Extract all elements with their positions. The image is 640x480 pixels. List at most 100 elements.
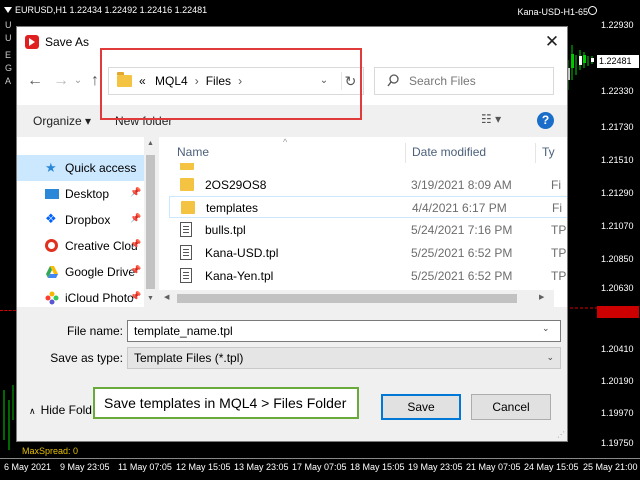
price-label: 1.19970 [601,408,634,418]
hide-folders-label: Hide Fold [40,403,92,417]
back-button[interactable]: ← [25,71,45,91]
desktop-icon [45,189,59,199]
list-item-partial[interactable] [169,163,567,171]
hide-folders-button[interactable]: ∧ Hide Fold [29,403,92,417]
view-list-icon: ☷ ▾ [481,112,502,126]
chevron-down-icon: ⌄ [73,75,83,86]
file-list: Name ^ Date modified Ty 2OS29OS8 3/19/20… [159,137,567,307]
nav-item-desktop[interactable]: Desktop 📌 [17,181,157,207]
file-type: TP [551,269,567,283]
chevron-down-icon: ⌄ [546,352,554,362]
breadcrumb-overflow[interactable]: « [139,74,146,88]
file-type: Fi [551,178,561,192]
search-icon [387,74,399,87]
nav-item-label: iCloud Photo [65,291,134,305]
save-button[interactable]: Save [381,394,461,420]
column-divider[interactable] [535,143,536,163]
up-arrow-icon: ↑ [91,72,99,89]
resize-grip-icon[interactable]: ⋰ [557,430,565,439]
save-as-type-select[interactable]: Template Files (*.tpl) ⌄ [127,347,561,369]
price-label: 1.21510 [601,155,634,165]
forward-button[interactable]: → [51,71,71,91]
list-item[interactable]: bulls.tpl 5/24/2021 7:16 PM TP [169,219,567,241]
breadcrumb-separator-icon[interactable]: › [238,74,242,88]
recent-locations-button[interactable]: ⌄ [71,71,85,91]
list-item[interactable]: Kana-Yen.tpl 5/25/2021 6:52 PM TP [169,265,567,287]
spread-price-tag [597,306,639,318]
organize-button[interactable]: Organize ▾ [33,114,91,128]
file-name: Kana-USD.tpl [205,246,279,260]
scroll-up-icon[interactable]: ▲ [144,140,157,147]
cancel-button[interactable]: Cancel [471,394,551,420]
template-file-icon [180,245,192,260]
google-drive-icon [46,266,58,278]
nav-item-dropbox[interactable]: ❖ Dropbox 📌 [17,207,157,233]
nav-item-label: Google Drive [65,265,136,279]
list-item[interactable]: 2OS29OS8 3/19/2021 8:09 AM Fi [169,174,567,196]
template-file-icon [180,268,192,283]
price-label: 1.19750 [601,438,634,448]
file-name-input[interactable] [127,320,561,342]
up-button[interactable]: ↑ [85,71,105,91]
search-input[interactable] [407,72,547,90]
file-date: 5/25/2021 6:52 PM [411,269,513,283]
file-name: 2OS29OS8 [205,178,267,192]
nav-item-google-drive[interactable]: Google Drive 📌 [17,259,157,285]
time-label: 9 May 23:05 [60,462,110,472]
scrollbar-thumb[interactable] [177,294,517,303]
chart-left-letter: G [5,63,13,73]
scroll-down-icon[interactable]: ▼ [144,295,157,302]
scroll-right-icon[interactable]: ▶ [539,293,544,301]
time-label: 13 May 23:05 [234,462,289,472]
nav-pane-scrollbar[interactable]: ▲ ▼ [144,137,157,307]
price-label: 1.20410 [601,344,634,354]
chart-menu-triangle-icon[interactable] [4,7,12,13]
list-item[interactable]: templates 4/4/2021 6:17 PM Fi [169,196,567,218]
chevron-down-icon[interactable]: ⌄ [542,323,550,334]
price-axis: 1.22930 1.22481 1.22330 1.21730 1.21510 … [597,0,640,458]
time-label: 25 May 21:00 [583,462,638,472]
price-label: 1.22330 [601,86,634,96]
pin-icon: 📌 [130,265,142,275]
file-list-hscrollbar[interactable]: ◀ ▶ [159,290,554,307]
file-date: 5/25/2021 6:52 PM [411,246,513,260]
column-divider[interactable] [405,143,406,163]
price-label: 1.21730 [601,122,634,132]
scrollbar-thumb[interactable] [146,155,155,289]
close-button[interactable]: ✕ [537,27,567,57]
file-date: 5/24/2021 7:16 PM [411,223,513,237]
address-history-button[interactable]: ⌄ [317,73,331,89]
chevron-down-icon: ⌄ [319,75,329,86]
price-label: 1.21290 [601,188,634,198]
search-box[interactable] [374,67,554,95]
new-folder-button[interactable]: New folder [115,114,172,128]
breadcrumb-separator-icon[interactable]: › [195,74,199,88]
address-bar[interactable]: « MQL4 › Files › ⌄ ↻ [108,67,364,95]
forward-arrow-icon: → [53,72,69,89]
file-name: bulls.tpl [205,223,246,237]
folder-icon [181,201,195,214]
dialog-titlebar[interactable]: Save As ✕ [17,27,567,57]
breadcrumb-mql4[interactable]: MQL4 [155,74,188,88]
refresh-button[interactable]: ↻ [341,72,359,90]
file-type: TP [551,223,567,237]
file-name-label: File name: [66,324,123,338]
time-label: 24 May 15:05 [524,462,579,472]
help-icon[interactable]: ? [537,112,554,129]
nav-item-icloud-photos[interactable]: iCloud Photo 📌 [17,285,157,307]
scroll-left-icon[interactable]: ◀ [164,293,169,301]
annotation-callout: Save templates in MQL4 > Files Folder [93,387,359,419]
breadcrumb-files[interactable]: Files [206,74,231,88]
file-date: 3/19/2021 8:09 AM [411,178,512,192]
pin-icon: 📌 [130,213,142,223]
navigation-bar: ← → ⌄ ↑ « MQL4 › Files › ⌄ ↻ [17,57,567,105]
list-item[interactable]: Kana-USD.tpl 5/25/2021 6:52 PM TP [169,242,567,264]
max-spread-label: MaxSpread: 0 [22,446,79,456]
pin-icon: 📌 [130,187,142,197]
nav-item-quick-access[interactable]: ★ Quick access [17,155,157,181]
file-type: TP [551,246,567,260]
chart-left-letter: U [5,20,12,30]
price-label: 1.20630 [601,283,634,293]
nav-item-creative-cloud[interactable]: Creative Clou 📌 [17,233,157,259]
view-options-button[interactable]: ☷ ▾ [481,112,515,130]
